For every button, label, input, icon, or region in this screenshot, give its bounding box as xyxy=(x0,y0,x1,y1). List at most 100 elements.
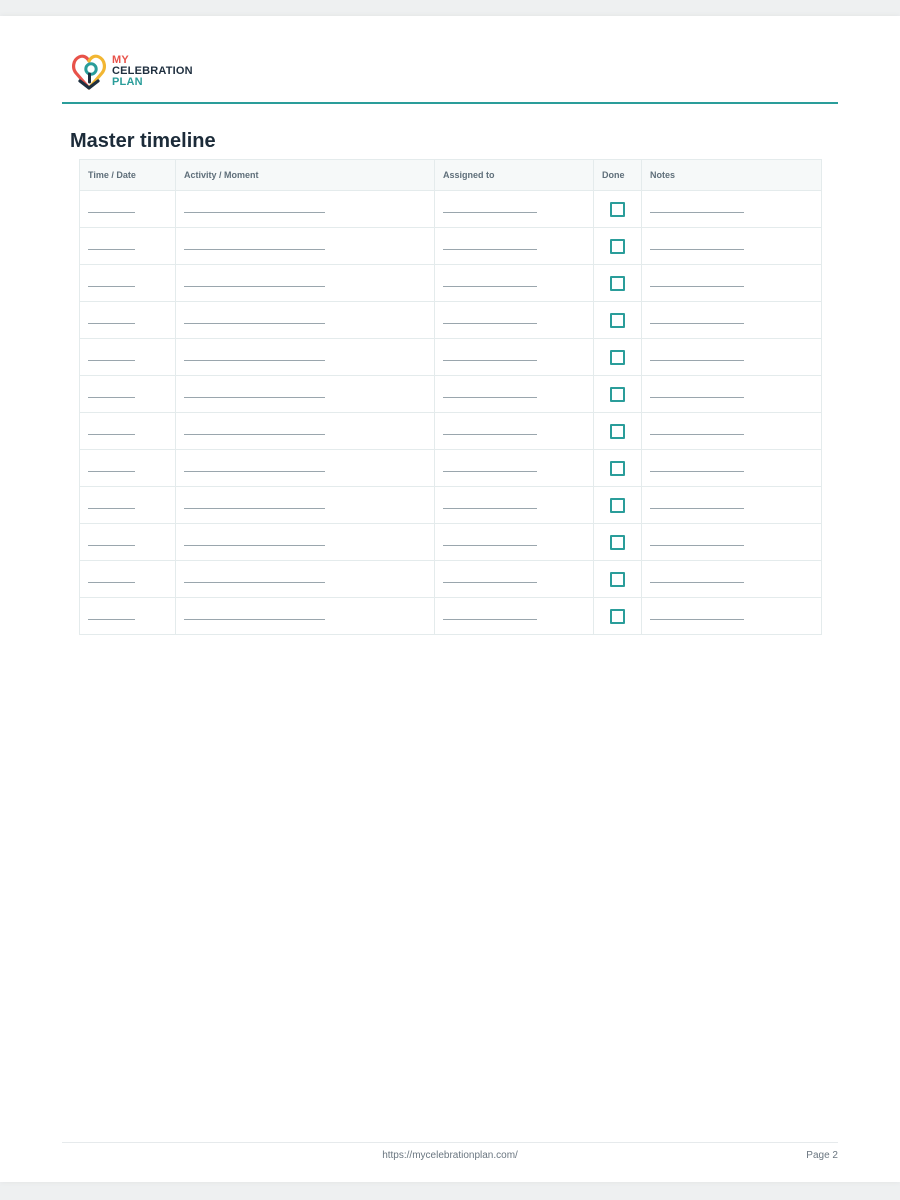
write-in-line xyxy=(184,322,325,324)
assigned-to-field[interactable] xyxy=(434,375,594,413)
time-date-field[interactable] xyxy=(79,375,176,413)
table-body xyxy=(79,190,822,635)
done-cell xyxy=(593,375,642,413)
time-date-field[interactable] xyxy=(79,264,176,302)
write-in-line xyxy=(184,359,325,361)
assigned-to-field[interactable] xyxy=(434,486,594,524)
write-in-line xyxy=(88,248,135,250)
write-in-line xyxy=(88,396,135,398)
done-checkbox[interactable] xyxy=(610,571,625,587)
document-page: MY CELEBRATION PLAN Master timeline Time… xyxy=(0,16,900,1182)
done-checkbox[interactable] xyxy=(610,608,625,624)
write-in-line xyxy=(650,396,744,398)
write-in-line xyxy=(88,470,135,472)
activity-moment-field[interactable] xyxy=(175,301,435,339)
footer-url[interactable]: https://mycelebrationplan.com/ xyxy=(62,1150,838,1161)
write-in-line xyxy=(443,359,537,361)
done-cell xyxy=(593,190,642,228)
done-checkbox[interactable] xyxy=(610,238,625,254)
activity-moment-field[interactable] xyxy=(175,449,435,487)
notes-field[interactable] xyxy=(641,338,822,376)
activity-moment-field[interactable] xyxy=(175,227,435,265)
done-checkbox[interactable] xyxy=(610,497,625,513)
time-date-field[interactable] xyxy=(79,301,176,339)
done-checkbox[interactable] xyxy=(610,201,625,217)
column-header-time-date: Time / Date xyxy=(79,159,176,191)
time-date-field[interactable] xyxy=(79,597,176,635)
assigned-to-field[interactable] xyxy=(434,264,594,302)
time-date-field[interactable] xyxy=(79,523,176,561)
assigned-to-field[interactable] xyxy=(434,190,594,228)
column-header-notes: Notes xyxy=(641,159,822,191)
write-in-line xyxy=(650,507,744,509)
activity-moment-field[interactable] xyxy=(175,264,435,302)
time-date-field[interactable] xyxy=(79,560,176,598)
activity-moment-field[interactable] xyxy=(175,523,435,561)
time-date-field[interactable] xyxy=(79,449,176,487)
done-checkbox[interactable] xyxy=(610,312,625,328)
notes-field[interactable] xyxy=(641,264,822,302)
page-header: MY CELEBRATION PLAN xyxy=(62,16,838,104)
write-in-line xyxy=(443,581,537,583)
notes-field[interactable] xyxy=(641,190,822,228)
activity-moment-field[interactable] xyxy=(175,412,435,450)
write-in-line xyxy=(88,211,135,213)
write-in-line xyxy=(184,470,325,472)
time-date-field[interactable] xyxy=(79,227,176,265)
done-checkbox[interactable] xyxy=(610,460,625,476)
write-in-line xyxy=(443,322,537,324)
notes-field[interactable] xyxy=(641,412,822,450)
time-date-field[interactable] xyxy=(79,190,176,228)
assigned-to-field[interactable] xyxy=(434,412,594,450)
activity-moment-field[interactable] xyxy=(175,190,435,228)
write-in-line xyxy=(443,211,537,213)
assigned-to-field[interactable] xyxy=(434,560,594,598)
write-in-line xyxy=(443,618,537,620)
write-in-line xyxy=(650,433,744,435)
assigned-to-field[interactable] xyxy=(434,338,594,376)
table-row xyxy=(79,486,822,524)
table-header-row: Time / Date Activity / Moment Assigned t… xyxy=(79,159,822,191)
done-cell xyxy=(593,523,642,561)
activity-moment-field[interactable] xyxy=(175,486,435,524)
done-checkbox[interactable] xyxy=(610,534,625,550)
write-in-line xyxy=(184,618,325,620)
notes-field[interactable] xyxy=(641,301,822,339)
activity-moment-field[interactable] xyxy=(175,560,435,598)
notes-field[interactable] xyxy=(641,597,822,635)
time-date-field[interactable] xyxy=(79,486,176,524)
notes-field[interactable] xyxy=(641,523,822,561)
done-checkbox[interactable] xyxy=(610,423,625,439)
done-checkbox[interactable] xyxy=(610,386,625,402)
table-row xyxy=(79,190,822,228)
done-checkbox[interactable] xyxy=(610,275,625,291)
notes-field[interactable] xyxy=(641,375,822,413)
table-row xyxy=(79,449,822,487)
assigned-to-field[interactable] xyxy=(434,449,594,487)
write-in-line xyxy=(184,248,325,250)
done-cell xyxy=(593,486,642,524)
activity-moment-field[interactable] xyxy=(175,375,435,413)
column-header-activity-moment: Activity / Moment xyxy=(175,159,435,191)
notes-field[interactable] xyxy=(641,560,822,598)
write-in-line xyxy=(650,618,744,620)
assigned-to-field[interactable] xyxy=(434,301,594,339)
time-date-field[interactable] xyxy=(79,338,176,376)
done-checkbox[interactable] xyxy=(610,349,625,365)
notes-field[interactable] xyxy=(641,486,822,524)
write-in-line xyxy=(443,248,537,250)
notes-field[interactable] xyxy=(641,227,822,265)
activity-moment-field[interactable] xyxy=(175,338,435,376)
table-row xyxy=(79,227,822,265)
assigned-to-field[interactable] xyxy=(434,227,594,265)
write-in-line xyxy=(88,285,135,287)
assigned-to-field[interactable] xyxy=(434,597,594,635)
notes-field[interactable] xyxy=(641,449,822,487)
time-date-field[interactable] xyxy=(79,412,176,450)
brand-line-2: CELEBRATION xyxy=(112,64,193,77)
assigned-to-field[interactable] xyxy=(434,523,594,561)
activity-moment-field[interactable] xyxy=(175,597,435,635)
write-in-line xyxy=(650,544,744,546)
table-row xyxy=(79,597,822,635)
write-in-line xyxy=(650,581,744,583)
